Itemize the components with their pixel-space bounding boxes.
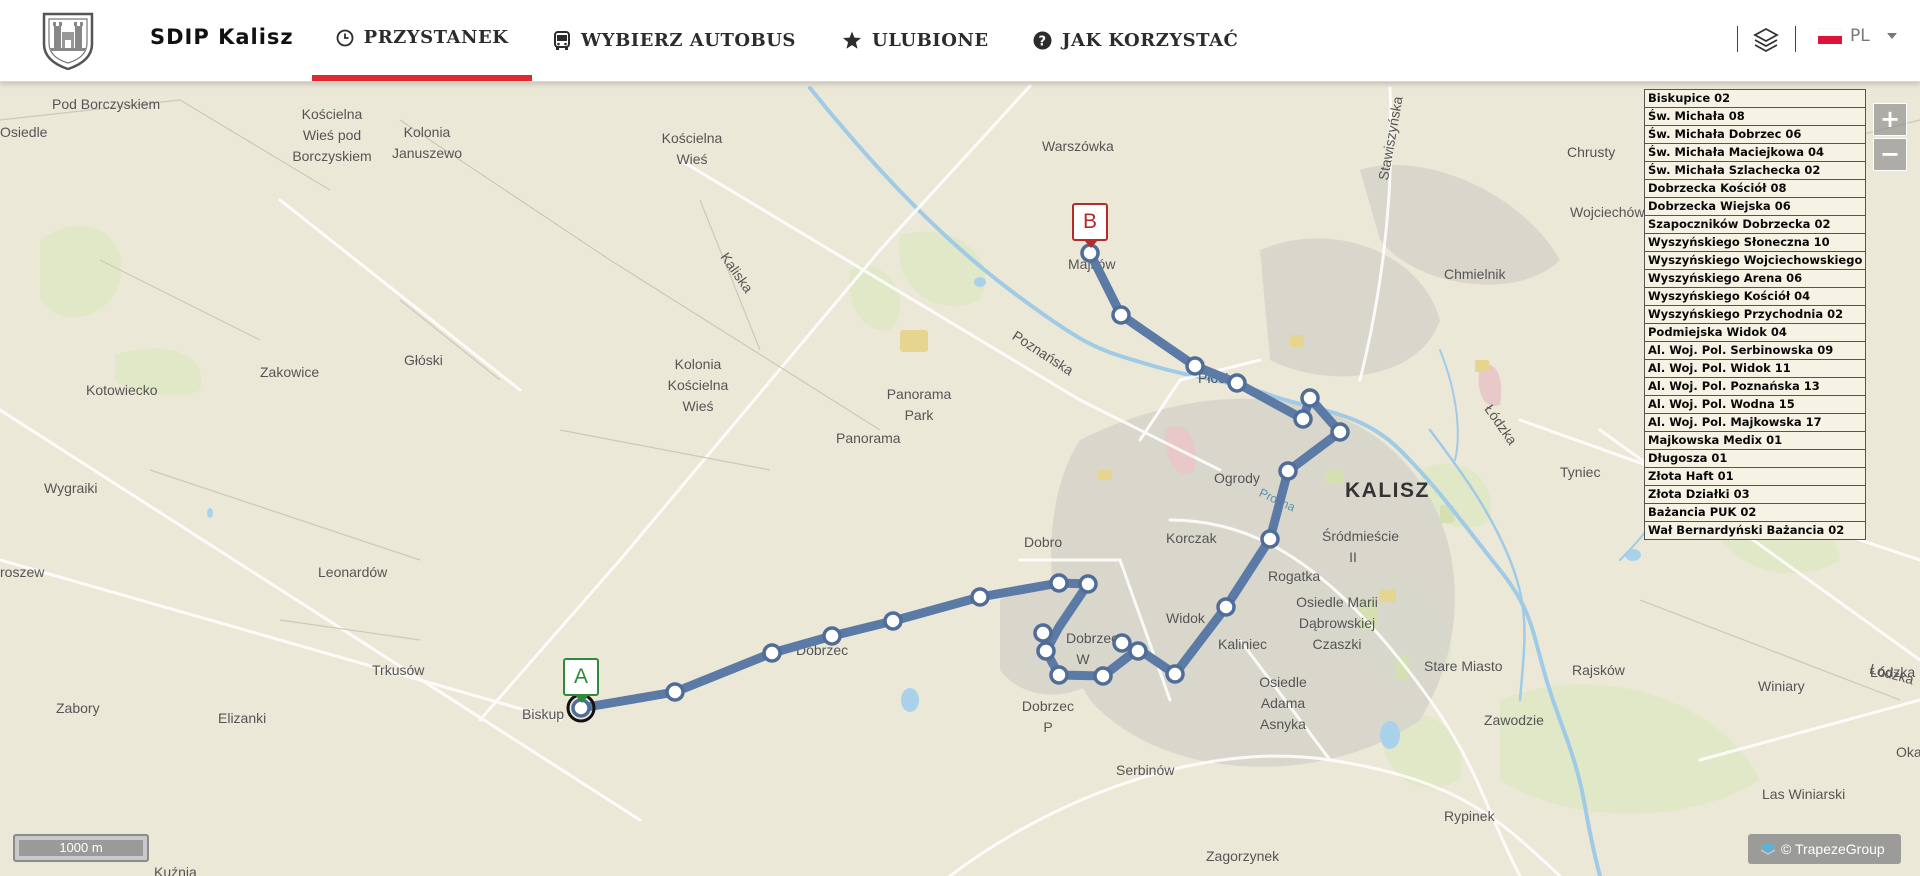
bus-stop[interactable] — [883, 611, 903, 631]
bus-stop[interactable] — [970, 587, 990, 607]
stop-list: Biskupice 02 Św. Michała 08 Św. Michała Do… — [1644, 89, 1866, 540]
stop-list-item[interactable]: Św. Michała Szlachecka 02 — [1645, 162, 1865, 180]
bus-route[interactable] — [0, 82, 1920, 876]
header-divider — [1737, 26, 1738, 52]
map-view[interactable]: Pod Borczyskiem Kościelna Wieś pod Borcz… — [0, 82, 1920, 876]
map-scale-bar: 1000 m — [13, 834, 149, 862]
layers-icon[interactable] — [1752, 26, 1780, 54]
tab-jak-korzystac[interactable]: ? JAK KORZYSTAĆ — [1033, 0, 1238, 81]
tab-wybierz-autobus[interactable]: WYBIERZ AUTOBUS — [553, 0, 796, 81]
tab-label: WYBIERZ AUTOBUS — [581, 30, 796, 51]
bus-stop[interactable] — [665, 682, 685, 702]
stop-list-item[interactable]: Wyszyńskiego Słoneczna 10 — [1645, 234, 1865, 252]
stop-list-item[interactable]: Wyszyńskiego Arena 06 — [1645, 270, 1865, 288]
stop-list-item[interactable]: Św. Michała 08 — [1645, 108, 1865, 126]
bus-stop[interactable] — [1111, 305, 1131, 325]
bus-stop[interactable] — [762, 643, 782, 663]
bus-stop[interactable] — [1278, 461, 1298, 481]
app-title[interactable]: SDIP Kalisz — [150, 25, 294, 49]
bus-stop[interactable] — [1033, 623, 1053, 643]
stop-list-item[interactable]: Długosza 01 — [1645, 450, 1865, 468]
svg-text:?: ? — [1038, 35, 1046, 50]
stop-list-item[interactable]: Wał Bernardyński Bażancia 02 — [1645, 522, 1865, 540]
stop-list-item[interactable]: Al. Woj. Pol. Widok 11 — [1645, 360, 1865, 378]
bus-stop[interactable] — [1049, 665, 1069, 685]
end-marker[interactable]: B — [1072, 203, 1108, 248]
scale-label: 1000 m — [19, 840, 143, 856]
tab-label: JAK KORZYSTAĆ — [1062, 30, 1239, 51]
stop-list-item[interactable]: Majkowska Medix 01 — [1645, 432, 1865, 450]
stop-list-item[interactable]: Bażancia PUK 02 — [1645, 504, 1865, 522]
bus-stop[interactable] — [822, 626, 842, 646]
stop-list-item[interactable]: Biskupice 02 — [1645, 90, 1865, 108]
city-crest-logo[interactable] — [40, 8, 96, 71]
bus-stop[interactable] — [1300, 388, 1320, 408]
bus-stop[interactable] — [1185, 356, 1205, 376]
trapeze-logo-icon — [1760, 843, 1776, 855]
stop-list-item[interactable]: Al. Woj. Pol. Serbinowska 09 — [1645, 342, 1865, 360]
stop-list-item[interactable]: Św. Michała Maciejkowa 04 — [1645, 144, 1865, 162]
language-code: PL — [1850, 26, 1870, 46]
clock-icon — [336, 29, 354, 46]
attribution-text: © TrapezeGroup — [1781, 841, 1885, 857]
start-marker[interactable]: A — [563, 658, 599, 703]
bus-icon — [554, 30, 570, 50]
header-divider — [1795, 26, 1796, 52]
zoom-in-button[interactable]: + — [1873, 103, 1907, 136]
stop-list-item[interactable]: Podmiejska Widok 04 — [1645, 324, 1865, 342]
bus-stop[interactable] — [1036, 641, 1056, 661]
tab-ulubione[interactable]: ULUBIONE — [842, 0, 989, 81]
chevron-down-icon — [1886, 33, 1897, 39]
bus-stop[interactable] — [1093, 666, 1113, 686]
stop-list-item[interactable]: Wyszyńskiego Kościół 04 — [1645, 288, 1865, 306]
stop-list-item[interactable]: Dobrzecka Wiejska 06 — [1645, 198, 1865, 216]
bus-stop[interactable] — [1078, 574, 1098, 594]
bus-stop[interactable] — [1216, 597, 1236, 617]
stop-list-item[interactable]: Wyszyńskiego Wojciechowskiego — [1645, 252, 1865, 270]
stop-list-item[interactable]: Al. Woj. Pol. Poznańska 13 — [1645, 378, 1865, 396]
bus-stop[interactable] — [1227, 373, 1247, 393]
bus-stop[interactable] — [1049, 573, 1069, 593]
zoom-out-button[interactable]: − — [1873, 138, 1907, 171]
top-navigation-bar: SDIP Kalisz PRZYSTANEK WYBIERZ AUTOBUS U… — [0, 0, 1920, 82]
poland-flag-icon — [1818, 28, 1842, 44]
map-attribution[interactable]: © TrapezeGroup — [1748, 834, 1901, 864]
bus-stop[interactable] — [1260, 529, 1280, 549]
stop-list-item[interactable]: Al. Woj. Pol. Majkowska 17 — [1645, 414, 1865, 432]
bus-stop[interactable] — [1293, 409, 1313, 429]
bus-stop[interactable] — [1128, 641, 1148, 661]
star-icon — [843, 31, 861, 49]
stop-list-item[interactable]: Wyszyńskiego Przychodnia 02 — [1645, 306, 1865, 324]
question-circle-icon: ? — [1033, 31, 1052, 50]
stop-list-item[interactable]: Szapoczników Dobrzecka 02 — [1645, 216, 1865, 234]
tab-label: PRZYSTANEK — [363, 27, 509, 48]
language-selector[interactable]: PL — [1818, 26, 1898, 46]
stop-list-item[interactable]: Złota Działki 03 — [1645, 486, 1865, 504]
bus-stop[interactable] — [1330, 422, 1350, 442]
stop-list-item[interactable]: Św. Michała Dobrzec 06 — [1645, 126, 1865, 144]
bus-stop[interactable] — [1112, 633, 1132, 653]
tab-label: ULUBIONE — [872, 30, 989, 51]
stop-list-item[interactable]: Al. Woj. Pol. Wodna 15 — [1645, 396, 1865, 414]
stop-list-item[interactable]: Dobrzecka Kościół 08 — [1645, 180, 1865, 198]
tab-przystanek[interactable]: PRZYSTANEK — [312, 0, 532, 81]
bus-stop[interactable] — [1165, 664, 1185, 684]
stop-list-item[interactable]: Złota Haft 01 — [1645, 468, 1865, 486]
